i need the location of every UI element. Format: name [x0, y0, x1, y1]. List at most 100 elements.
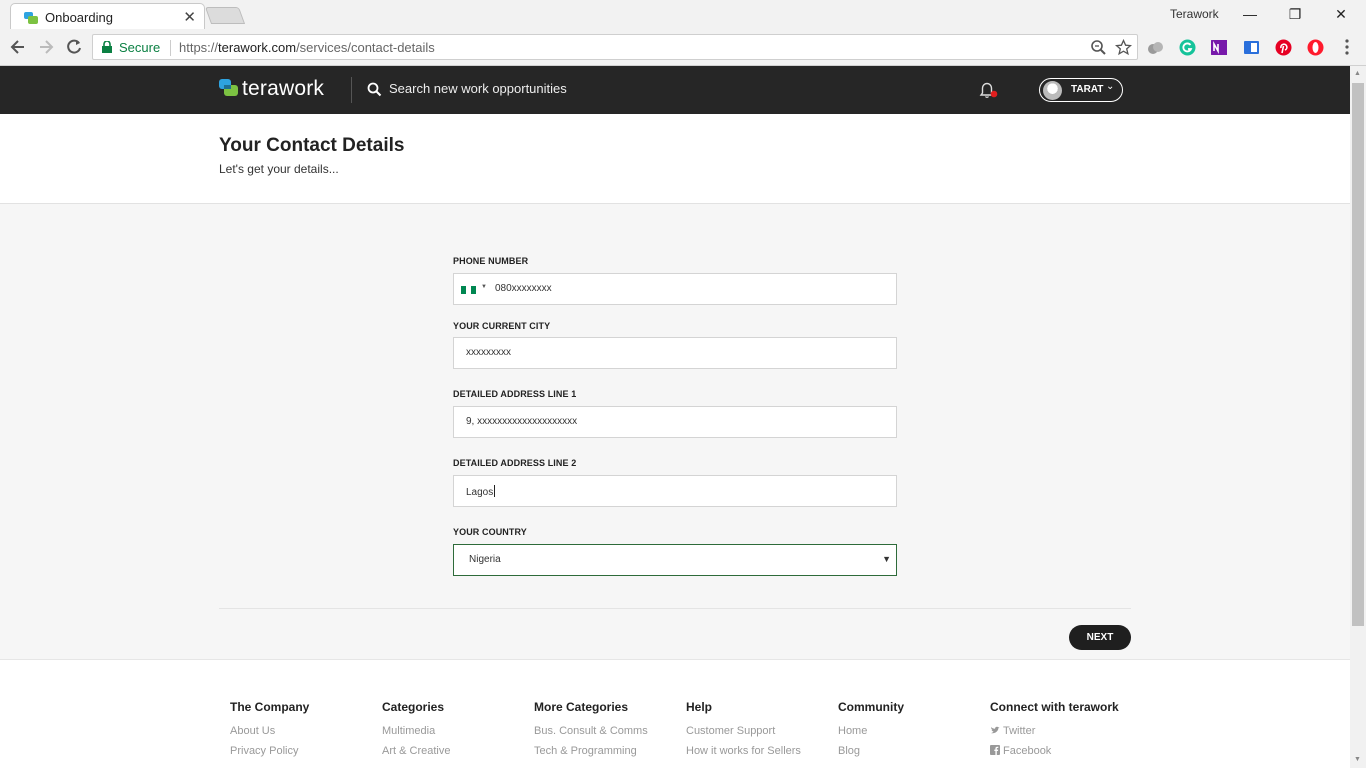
city-value: xxxxxxxxx: [466, 347, 511, 358]
address1-field[interactable]: 9, xxxxxxxxxxxxxxxxxxxx: [453, 406, 897, 438]
footer-column-help: Help Customer Support How it works for S…: [686, 700, 801, 765]
grammarly-icon[interactable]: [1179, 39, 1196, 56]
footer-link-customer-support[interactable]: Customer Support: [686, 725, 801, 737]
scrollbar-thumb[interactable]: [1352, 83, 1364, 626]
url-path: /services/contact-details: [296, 40, 435, 55]
browser-tab[interactable]: Onboarding ✕: [10, 3, 205, 30]
country-value: Nigeria: [469, 554, 501, 565]
opera-icon[interactable]: [1307, 39, 1324, 56]
footer-column-company: The Company About Us Privacy Policy: [230, 700, 309, 765]
contact-details-form: PHONE NUMBER ▼ 080xxxxxxxx YOUR CURRENT …: [0, 204, 1350, 660]
address1-label: DETAILED ADDRESS LINE 1: [453, 389, 577, 399]
address2-field[interactable]: Lagos: [453, 475, 897, 507]
notification-bell-icon[interactable]: [977, 79, 999, 101]
page-title: Your Contact Details: [219, 135, 405, 156]
next-button[interactable]: NEXT: [1069, 625, 1131, 650]
footer-link-how-it-works[interactable]: How it works for Sellers: [686, 745, 801, 757]
lock-icon: [102, 41, 112, 53]
footer-link-facebook[interactable]: Facebook: [990, 745, 1119, 757]
footer-heading: More Categories: [534, 700, 629, 714]
footer-link-art-creative[interactable]: Art & Creative: [382, 745, 450, 757]
logo-text: terawork: [242, 77, 325, 100]
user-menu-button[interactable]: TARAT ⌄: [1039, 78, 1123, 102]
phone-label: PHONE NUMBER: [453, 256, 529, 266]
footer-link-multimedia[interactable]: Multimedia: [382, 725, 450, 737]
new-tab-button[interactable]: [204, 7, 246, 24]
bookmark-star-icon[interactable]: [1115, 39, 1132, 56]
browser-menu-icon[interactable]: [1344, 38, 1350, 56]
back-arrow-icon[interactable]: [8, 37, 28, 57]
footer-column-connect: Connect with terawork Twitter Facebook: [990, 700, 1119, 765]
twitter-label: Twitter: [1003, 725, 1036, 737]
scroll-up-icon[interactable]: ▲: [1354, 70, 1361, 77]
header-divider: [351, 77, 352, 103]
cloud-icon[interactable]: [1147, 39, 1164, 56]
avatar: [1043, 81, 1062, 100]
reload-icon[interactable]: [64, 37, 84, 57]
footer-heading: Community: [838, 700, 904, 714]
facebook-icon: [990, 745, 1000, 755]
footer-column-community: Community Home Blog: [838, 700, 904, 765]
phone-field[interactable]: ▼ 080xxxxxxxx: [453, 273, 897, 305]
address2-value: Lagos: [466, 487, 494, 498]
pinterest-icon[interactable]: [1275, 39, 1292, 56]
footer-link-about-us[interactable]: About Us: [230, 725, 309, 737]
footer-link-bus-consult[interactable]: Bus. Consult & Comms: [534, 725, 648, 737]
page-header: Your Contact Details Let's get your deta…: [0, 114, 1350, 204]
window-close-button[interactable]: ✕: [1318, 2, 1364, 26]
browser-profile-name[interactable]: Terawork: [1170, 7, 1219, 21]
footer-link-privacy-policy[interactable]: Privacy Policy: [230, 745, 309, 757]
url-host: terawork.com: [218, 40, 297, 55]
footer-heading: Connect with terawork: [990, 700, 1119, 714]
forward-arrow-icon[interactable]: [36, 37, 56, 57]
footer-column-categories: Categories Multimedia Art & Creative: [382, 700, 450, 765]
country-label: YOUR COUNTRY: [453, 527, 527, 537]
city-label: YOUR CURRENT CITY: [453, 321, 551, 331]
reader-icon[interactable]: [1243, 39, 1260, 56]
search-icon[interactable]: [367, 82, 382, 97]
nigeria-flag-icon[interactable]: [461, 286, 476, 294]
footer-heading: Help: [686, 700, 713, 714]
scroll-down-icon[interactable]: ▼: [1354, 756, 1361, 763]
window-restore-button[interactable]: ❐: [1272, 2, 1318, 26]
tab-title: Onboarding: [45, 10, 113, 25]
address2-value-wrap: Lagos: [466, 485, 496, 498]
browser-toolbar: Secure https://terawork.com/services/con…: [0, 29, 1366, 66]
url-text: https://terawork.com/services/contact-de…: [179, 40, 435, 55]
page-subtitle: Let's get your details...: [219, 162, 339, 176]
address2-label: DETAILED ADDRESS LINE 2: [453, 458, 577, 468]
footer-link-home[interactable]: Home: [838, 725, 904, 737]
city-field[interactable]: xxxxxxxxx: [453, 337, 897, 369]
browser-tab-strip: Onboarding ✕ Terawork — ❐ ✕: [0, 0, 1366, 30]
facebook-label: Facebook: [1003, 745, 1052, 757]
terawork-logo-icon: [219, 79, 238, 96]
terawork-favicon-icon: [24, 12, 38, 24]
footer-heading: Categories: [382, 700, 445, 714]
form-divider: [219, 608, 1131, 609]
footer-link-blog[interactable]: Blog: [838, 745, 904, 757]
search-input[interactable]: Search new work opportunities: [389, 81, 567, 96]
address1-value: 9, xxxxxxxxxxxxxxxxxxxx: [466, 416, 578, 427]
url-scheme: https://: [179, 40, 219, 55]
footer-column-more-categories: More Categories Bus. Consult & Comms Tec…: [534, 700, 648, 765]
phone-value: 080xxxxxxxx: [495, 283, 552, 294]
country-select[interactable]: Nigeria ▼: [453, 544, 897, 576]
footer-link-twitter[interactable]: Twitter: [990, 725, 1119, 737]
tab-close-icon[interactable]: ✕: [183, 8, 196, 26]
zoom-icon[interactable]: [1090, 39, 1107, 56]
address-bar[interactable]: Secure https://terawork.com/services/con…: [92, 34, 1138, 60]
chevron-down-icon: ▼: [882, 554, 891, 564]
onenote-icon[interactable]: [1211, 39, 1228, 56]
chevron-down-icon: ⌄: [1106, 81, 1115, 92]
address-separator: [170, 40, 171, 56]
text-cursor: [494, 485, 496, 497]
window-minimize-button[interactable]: —: [1227, 2, 1273, 26]
site-header: terawork Search new work opportunities T…: [0, 66, 1350, 114]
footer-heading: The Company: [230, 700, 310, 714]
site-footer: The Company About Us Privacy Policy Cate…: [0, 660, 1350, 768]
country-code-caret-icon[interactable]: ▼: [481, 284, 487, 290]
page-scrollbar[interactable]: ▲ ▼: [1350, 66, 1366, 768]
twitter-icon: [991, 726, 1000, 734]
user-name: TARAT: [1071, 84, 1104, 95]
footer-link-tech-programming[interactable]: Tech & Programming: [534, 745, 648, 757]
